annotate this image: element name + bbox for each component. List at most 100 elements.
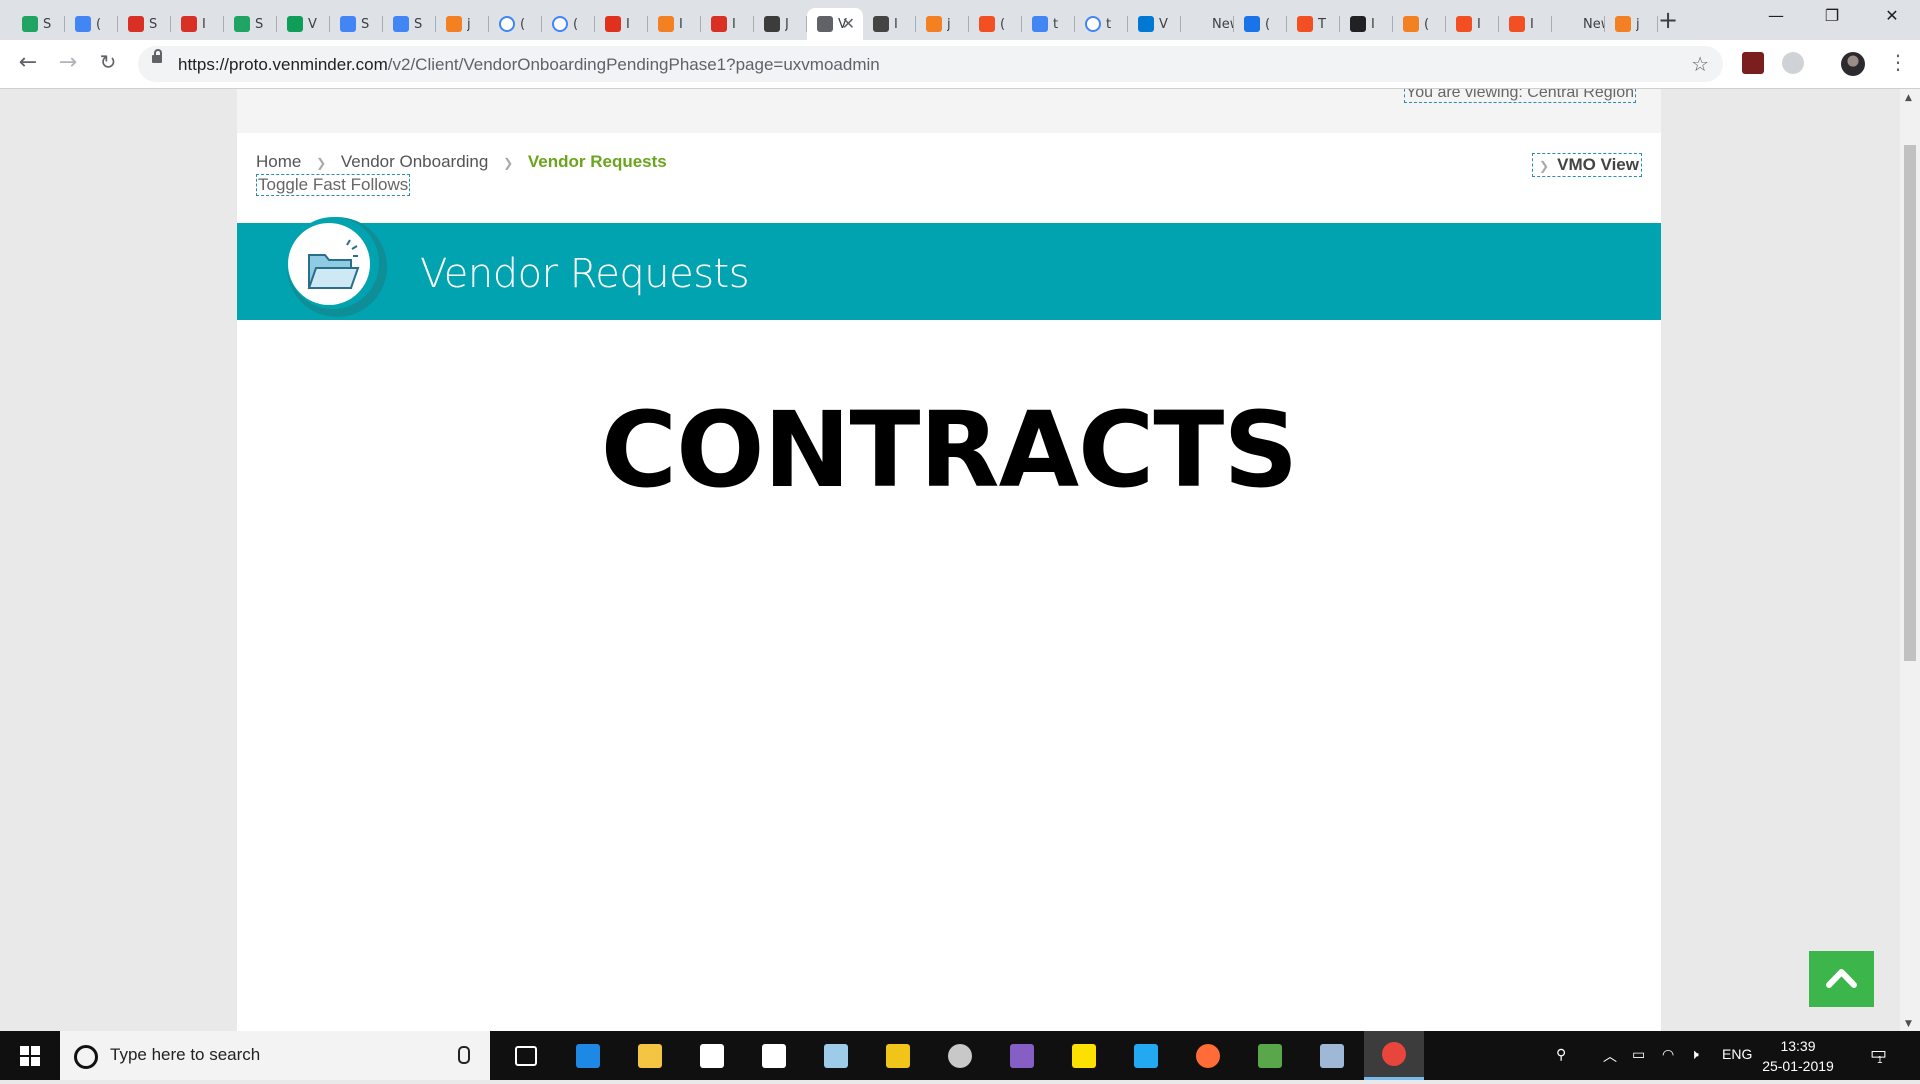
back-button[interactable]: ←: [14, 50, 42, 75]
vmo-view-button[interactable]: ❯ VMO View: [1532, 153, 1642, 177]
browser-toolbar: ← → ↻ https://proto.venminder.com/v2/Cli…: [0, 40, 1920, 89]
toggle-fast-follows-button[interactable]: Toggle Fast Follows: [256, 174, 411, 196]
browser-tab[interactable]: S: [12, 8, 65, 40]
browser-tab[interactable]: I: [171, 8, 224, 40]
browser-tab[interactable]: (: [65, 8, 118, 40]
tab-title: New: [1212, 16, 1234, 32]
bookmark-star-icon[interactable]: ☆: [1691, 52, 1709, 76]
forward-button[interactable]: →: [54, 50, 82, 75]
browser-tab[interactable]: S: [330, 8, 383, 40]
taskbar-app[interactable]: [620, 1031, 680, 1080]
browser-tab[interactable]: t: [1075, 8, 1128, 40]
browser-tab[interactable]: j: [916, 8, 969, 40]
tab-title: j: [467, 16, 471, 32]
tab-title: I: [202, 16, 206, 32]
shield-extension-icon[interactable]: [1742, 52, 1764, 74]
edge-icon: [576, 1043, 600, 1068]
language-indicator[interactable]: ENG: [1722, 1046, 1752, 1062]
browser-tab[interactable]: V: [277, 8, 330, 40]
battery-icon[interactable]: ▭: [1632, 1046, 1645, 1063]
gmail-icon: [181, 16, 197, 32]
browser-tab[interactable]: j: [436, 8, 489, 40]
scroll-up-arrow-icon[interactable]: ▲: [1905, 93, 1912, 103]
action-center-icon[interactable]: ▭1: [1870, 1043, 1893, 1066]
browser-tab[interactable]: New: [1181, 8, 1234, 40]
browser-tab[interactable]: I: [1499, 8, 1552, 40]
browser-tab[interactable]: New: [1552, 8, 1605, 40]
tab-title: J: [785, 16, 789, 32]
lock-icon[interactable]: [152, 49, 162, 63]
taskbar-app[interactable]: [1116, 1031, 1176, 1080]
taskbar-app[interactable]: [682, 1031, 742, 1080]
minimize-button[interactable]: —: [1756, 6, 1796, 25]
notepad-icon: [824, 1043, 848, 1068]
taskbar-app[interactable]: [744, 1031, 804, 1080]
browser-tab[interactable]: S: [118, 8, 171, 40]
taskbar-app[interactable]: [992, 1031, 1052, 1080]
taskbar-app[interactable]: [806, 1031, 866, 1080]
browser-tab[interactable]: V: [1128, 8, 1181, 40]
browser-tab[interactable]: (: [969, 8, 1022, 40]
browser-tab[interactable]: S: [383, 8, 436, 40]
start-button[interactable]: [0, 1031, 60, 1080]
tab-title: I: [1477, 16, 1481, 32]
google-sheets-icon: [287, 16, 303, 32]
browser-tab[interactable]: I: [595, 8, 648, 40]
browser-tab[interactable]: (: [542, 8, 595, 40]
taskbar-app[interactable]: [1054, 1031, 1114, 1080]
new-tab-button[interactable]: +: [1658, 6, 1678, 34]
browser-tab[interactable]: (: [489, 8, 542, 40]
browser-tab[interactable]: J: [754, 8, 807, 40]
browser-tab[interactable]: I: [1446, 8, 1499, 40]
close-tab-icon[interactable]: ✕: [842, 14, 855, 33]
taskbar-app[interactable]: [868, 1031, 928, 1080]
vertical-scrollbar[interactable]: ▲ ▼: [1900, 89, 1920, 1031]
tab-title: (: [520, 16, 526, 32]
taskbar-app[interactable]: [558, 1031, 618, 1080]
taskbar-app[interactable]: [1364, 1031, 1424, 1080]
address-bar[interactable]: https://proto.venminder.com/v2/Client/Ve…: [138, 46, 1723, 82]
browser-tab[interactable]: (: [1393, 8, 1446, 40]
url-text[interactable]: https://proto.venminder.com/v2/Client/Ve…: [178, 55, 880, 75]
close-window-button[interactable]: ✕: [1872, 6, 1912, 25]
google-calendar-icon: [393, 16, 409, 32]
taskbar-app[interactable]: [1178, 1031, 1238, 1080]
taskbar-search-box[interactable]: Type here to search: [60, 1031, 490, 1080]
scroll-to-top-button[interactable]: [1809, 951, 1874, 1007]
chevron-right-icon: ❯: [1539, 159, 1550, 173]
taskbar-app[interactable]: [496, 1031, 556, 1080]
chevron-up-icon: [1826, 969, 1857, 988]
browser-tab[interactable]: t: [1022, 8, 1075, 40]
profile-avatar[interactable]: [1841, 52, 1865, 76]
chrome-menu-icon[interactable]: ⋮: [1888, 50, 1908, 74]
browser-tab[interactable]: (: [1234, 8, 1287, 40]
show-hidden-icons-chevron-icon[interactable]: ︿: [1603, 1046, 1617, 1066]
puzzle-extension-icon[interactable]: [1782, 52, 1804, 74]
taskbar-app[interactable]: [1302, 1031, 1362, 1080]
people-icon[interactable]: ⚲: [1556, 1046, 1566, 1063]
browser-tab[interactable]: I: [863, 8, 916, 40]
taskbar-app[interactable]: [1240, 1031, 1300, 1080]
browser-tab[interactable]: I: [1340, 8, 1393, 40]
scrollbar-thumb[interactable]: [1904, 145, 1916, 661]
clock[interactable]: 13:39 25-01-2019: [1758, 1036, 1838, 1076]
breadcrumb-vendor-onboarding[interactable]: Vendor Onboarding: [341, 152, 488, 171]
scroll-down-arrow-icon[interactable]: ▼: [1905, 1019, 1912, 1029]
tab-title: I: [732, 16, 736, 32]
browser-tab[interactable]: j: [1605, 8, 1658, 40]
microphone-icon[interactable]: [458, 1046, 470, 1064]
breadcrumb-home[interactable]: Home: [256, 152, 301, 171]
browser-tab[interactable]: T: [1287, 8, 1340, 40]
chevron-right-icon: ❯: [503, 156, 514, 170]
taskbar-app[interactable]: [930, 1031, 990, 1080]
region-selector[interactable]: You are viewing: Central Region: [1404, 89, 1636, 103]
browser-tab[interactable]: I: [648, 8, 701, 40]
browser-tab[interactable]: S: [224, 8, 277, 40]
browser-tab[interactable]: I: [701, 8, 754, 40]
wifi-icon[interactable]: ◠: [1662, 1046, 1674, 1063]
browser-tab[interactable]: V ✕: [807, 8, 863, 40]
gear-app-icon: [948, 1043, 972, 1068]
restore-button[interactable]: ❐: [1812, 6, 1852, 25]
reload-button[interactable]: ↻: [94, 50, 122, 74]
volume-muted-icon[interactable]: 🕨: [1690, 1046, 1699, 1063]
